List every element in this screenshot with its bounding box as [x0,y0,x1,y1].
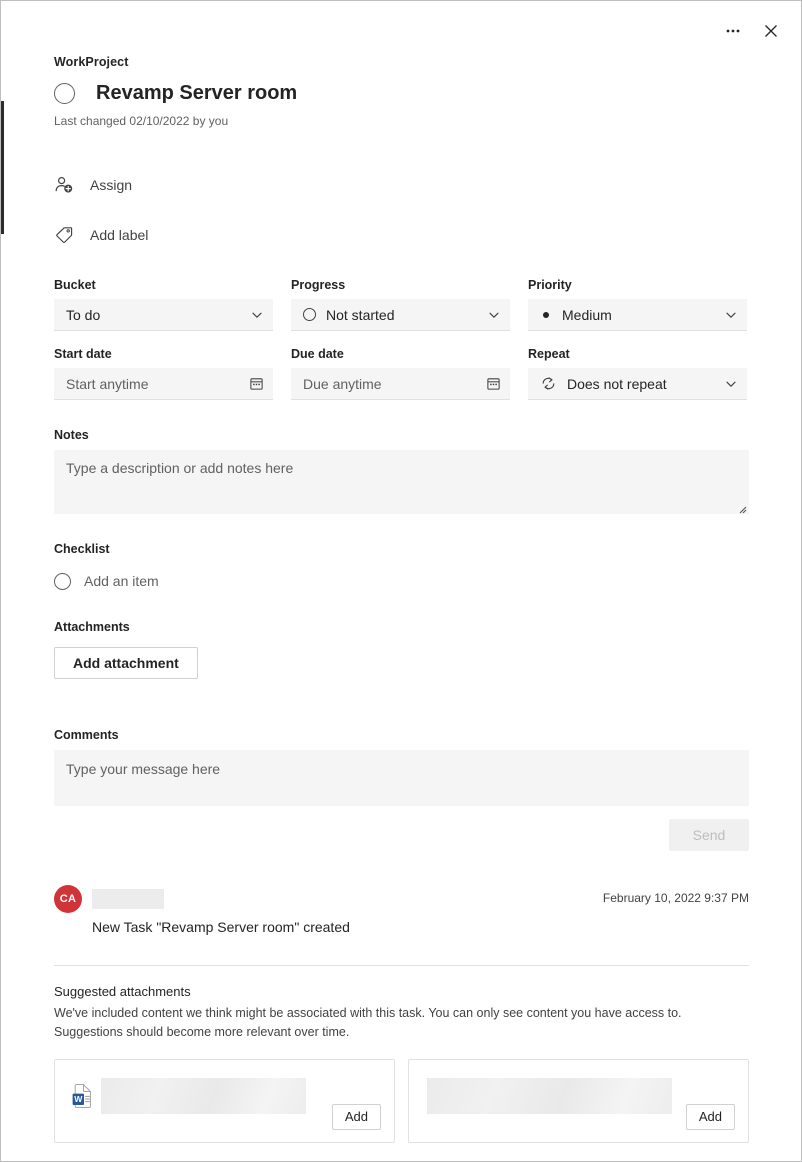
priority-value: Medium [562,306,612,323]
avatar: CA [54,885,82,913]
project-name: WorkProject [54,55,129,69]
progress-field-group: Progress Not started [291,277,510,331]
repeat-select[interactable]: Does not repeat [528,368,747,400]
bucket-field-group: Bucket To do [54,277,273,331]
chevron-down-icon [724,308,738,322]
start-date-field-group: Start date Start anytime [54,331,273,400]
priority-select[interactable]: Medium [528,299,747,331]
panel-scrollbar[interactable] [1,1,5,1161]
checklist-section: Checklist Add an item [54,541,801,594]
bucket-select[interactable]: To do [54,299,273,331]
chevron-down-icon [487,308,501,322]
repeat-value: Does not repeat [567,375,667,392]
resize-grip-icon[interactable] [736,501,747,514]
due-date-label: Due date [291,347,344,361]
start-date-label: Start date [54,347,112,361]
scrollbar-thumb[interactable] [1,101,4,234]
progress-select[interactable]: Not started [291,299,510,331]
chevron-down-icon [724,377,738,391]
dot-icon [540,311,552,318]
suggested-attachment-card[interactable]: W Add [54,1058,395,1143]
add-label-button[interactable]: Add label [54,220,254,250]
send-row: Send [54,819,749,851]
progress-label: Progress [291,278,346,292]
progress-value: Not started [326,306,395,323]
add-suggested-attachment-button[interactable]: Add [685,1103,735,1130]
notes-placeholder: Type a description or add notes here [66,460,294,476]
assign-button[interactable]: Assign [54,170,254,200]
add-suggested-attachment-button[interactable]: Add [331,1103,381,1130]
suggested-attachments-title: Suggested attachments [54,984,191,999]
checklist-add-item[interactable]: Add an item [54,568,294,594]
tag-icon [54,225,78,245]
repeat-field-group: Repeat Does not repeat [528,331,747,400]
calendar-icon[interactable] [486,376,501,391]
activity-entry: CA February 10, 2022 9:37 PM New Task "R… [54,885,749,935]
repeat-icon [540,375,557,392]
comments-section: Comments Type your message here Send [54,727,801,851]
assign-label: Assign [90,177,133,193]
checklist-label: Checklist [54,542,110,556]
task-fields-grid: Bucket To do Progress Not started Priori… [54,277,801,400]
due-date-placeholder: Due anytime [303,375,382,392]
activity-author-redacted [92,889,164,909]
page-title: Revamp Server room [96,82,298,104]
activity-timestamp: February 10, 2022 9:37 PM [602,891,749,905]
due-date-input[interactable]: Due anytime [291,368,510,400]
send-button[interactable]: Send [669,819,749,851]
circle-empty-icon [303,308,316,321]
notes-label: Notes [54,428,89,442]
task-details-panel: WorkProject Revamp Server room Last chan… [0,0,802,1162]
notes-textarea[interactable]: Type a description or add notes here [54,450,749,514]
calendar-icon[interactable] [249,376,264,391]
panel-content: WorkProject Revamp Server room Last chan… [54,1,801,1143]
due-date-field-group: Due date Due anytime [291,331,510,400]
notes-section: Notes Type a description or add notes he… [54,427,801,514]
suggested-attachments-list: W Add Add [54,1058,801,1143]
checklist-add-placeholder: Add an item [84,573,159,589]
add-label-label: Add label [90,227,149,243]
bucket-label: Bucket [54,278,96,292]
section-divider [54,965,749,966]
task-title-row: Revamp Server room [54,81,801,105]
comments-label: Comments [54,728,119,742]
activity-text: New Task "Revamp Server room" created [92,919,350,935]
task-complete-checkbox[interactable] [54,82,75,104]
suggested-attachments-section: Suggested attachments We've included con… [54,984,801,1143]
chevron-down-icon [250,308,264,322]
suggested-attachments-description: We've included content we think might be… [54,1006,682,1039]
comment-input[interactable]: Type your message here [54,750,749,806]
priority-field-group: Priority Medium [528,277,747,331]
priority-label: Priority [528,278,572,292]
svg-text:W: W [74,1093,83,1103]
add-attachment-button[interactable]: Add attachment [54,647,198,679]
suggested-attachment-name-redacted [101,1077,306,1114]
word-document-icon: W [72,1083,92,1108]
start-date-input[interactable]: Start anytime [54,368,273,400]
bucket-value: To do [66,306,101,323]
attachments-section: Attachments Add attachment [54,619,801,679]
suggested-attachment-name-redacted [427,1077,672,1114]
start-date-placeholder: Start anytime [66,375,149,392]
circle-unchecked-icon [54,572,71,590]
repeat-label: Repeat [528,347,570,361]
comment-placeholder: Type your message here [66,761,221,777]
attachments-label: Attachments [54,620,130,634]
person-add-icon [54,175,78,195]
suggested-attachment-card[interactable]: Add [408,1058,749,1143]
last-changed-text: Last changed 02/10/2022 by you [54,114,229,128]
